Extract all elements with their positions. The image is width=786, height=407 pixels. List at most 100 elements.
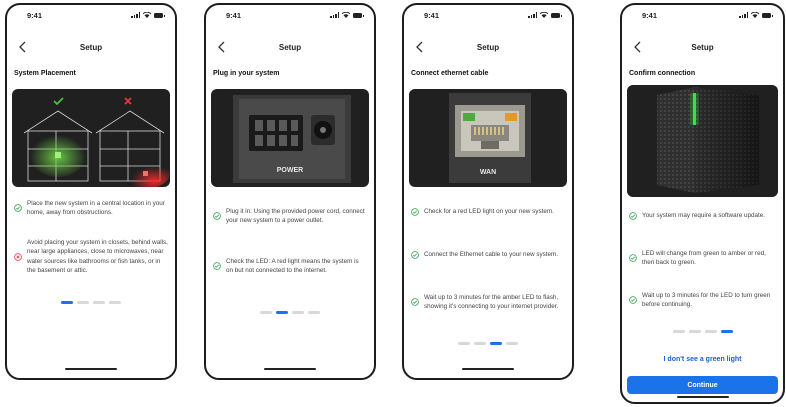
check-circle-icon — [629, 254, 637, 263]
list-item: Place the new system in a central locati… — [14, 199, 168, 218]
list-item-text: Wait up to 3 minutes for the amber LED t… — [424, 294, 559, 311]
list-item-text: Check the LED: A red light means the sys… — [226, 258, 359, 275]
list-item: Check for a red LED light on your new sy… — [411, 207, 565, 216]
nav-title: Setup — [278, 43, 302, 52]
status-icons — [528, 12, 562, 18]
signal-icon — [739, 12, 748, 18]
list-item: Wait up to 3 minutes for the LED to turn… — [629, 291, 776, 310]
list-item: Plug it in: Using the provided power cor… — [213, 207, 367, 226]
signal-icon — [528, 12, 537, 18]
phone-screen-confirm: 9:41 Setup Confirm connection Your syste… — [620, 3, 785, 404]
page-indicator — [622, 330, 783, 333]
check-circle-icon — [14, 204, 22, 213]
status-icons — [131, 12, 165, 18]
step-title: System Placement — [14, 70, 76, 77]
list-item: Avoid placing your system in closets, be… — [14, 238, 168, 276]
page-dot — [458, 342, 470, 345]
status-time: 9:41 — [226, 11, 242, 20]
page-dot — [93, 301, 105, 304]
nav-bar: Setup — [622, 39, 783, 55]
router-device-svg — [657, 87, 759, 193]
check-circle-icon — [411, 207, 419, 216]
home-indicator — [65, 367, 117, 370]
list-item-text: Wait up to 3 minutes for the LED to turn… — [642, 292, 771, 309]
page-indicator — [404, 342, 572, 345]
home-indicator — [462, 367, 514, 370]
list-item-text: Check for a red LED light on your new sy… — [424, 208, 554, 215]
battery-icon — [551, 13, 562, 18]
wifi-icon — [342, 12, 350, 18]
nav-title: Setup — [476, 43, 500, 52]
page-dot — [77, 301, 89, 304]
nav-bar: Setup — [206, 39, 374, 55]
home-indicator — [676, 395, 729, 398]
status-icons — [739, 12, 773, 18]
nav-bar: Setup — [7, 39, 175, 55]
list-item-text: Connect the Ethernet cable to your new s… — [424, 251, 559, 258]
page-dot — [260, 311, 272, 314]
list-item: Connect the Ethernet cable to your new s… — [411, 250, 565, 259]
wifi-icon — [540, 12, 548, 18]
step-title: Confirm connection — [629, 70, 696, 77]
battery-icon — [353, 13, 364, 18]
phone-screen-plug-in: 9:41 Setup Plug in your system POWER Plu… — [204, 3, 376, 380]
power-port-photo: POWER — [211, 89, 369, 187]
status-time: 9:41 — [424, 11, 440, 20]
nav-bar: Setup — [404, 39, 572, 55]
page-dot — [490, 342, 502, 345]
good-check-icon — [53, 97, 64, 106]
list-item-text: Avoid placing your system in closets, be… — [27, 239, 168, 275]
port-label: WAN — [479, 169, 497, 176]
page-dot — [704, 330, 717, 333]
phone-screen-ethernet: 9:41 Setup Connect ethernet cable WAN Ch… — [402, 3, 574, 380]
nav-title: Setup — [79, 43, 103, 52]
status-bar: 9:41 — [622, 10, 783, 22]
ethernet-port-photo: WAN — [409, 89, 567, 187]
page-dot — [308, 311, 320, 314]
page-dot — [61, 301, 73, 304]
continue-button[interactable]: Continue — [627, 376, 778, 394]
page-dot — [672, 330, 685, 333]
page-dot — [109, 301, 121, 304]
phone-screen-placement: 9:41 Setup System Placement Place the ne… — [5, 3, 177, 380]
home-indicator — [264, 367, 316, 370]
house-placement-illustration — [12, 89, 170, 187]
signal-icon — [131, 12, 140, 18]
check-circle-icon — [629, 296, 637, 305]
error-circle-icon — [14, 253, 22, 261]
page-dot — [720, 330, 733, 333]
status-bar: 9:41 — [7, 10, 175, 22]
battery-icon — [762, 13, 773, 18]
list-item-text: Your system may require a software updat… — [642, 212, 765, 219]
page-dot — [276, 311, 288, 314]
status-bar: 9:41 — [404, 10, 572, 22]
step-title: Connect ethernet cable — [411, 70, 489, 77]
bad-x-icon — [124, 97, 132, 105]
house-illustration-svg — [23, 97, 170, 187]
status-time: 9:41 — [642, 11, 658, 20]
list-item: LED will change from green to amber or r… — [629, 249, 776, 268]
status-time: 9:41 — [27, 11, 43, 20]
list-item: Wait up to 3 minutes for the amber LED t… — [411, 293, 565, 312]
wifi-icon — [143, 12, 151, 18]
check-circle-icon — [629, 211, 637, 220]
list-item: Your system may require a software updat… — [629, 211, 776, 220]
page-dot — [292, 311, 304, 314]
signal-icon — [330, 12, 339, 18]
list-item-text: LED will change from green to amber or r… — [642, 250, 766, 267]
page-dot — [688, 330, 701, 333]
check-circle-icon — [213, 262, 221, 271]
status-icons — [330, 12, 364, 18]
page-dot — [506, 342, 518, 345]
list-item-text: Plug it in: Using the provided power cor… — [226, 208, 365, 225]
check-circle-icon — [411, 250, 419, 259]
port-label: POWER — [276, 167, 304, 174]
battery-icon — [154, 13, 165, 18]
page-dot — [474, 342, 486, 345]
step-title: Plug in your system — [213, 70, 280, 77]
list-item: Check the LED: A red light means the sys… — [213, 257, 367, 276]
wifi-icon — [751, 12, 759, 18]
list-item-text: Place the new system in a central locati… — [27, 200, 165, 217]
no-green-light-link[interactable]: I don't see a green light — [622, 356, 783, 363]
nav-title: Setup — [691, 43, 714, 52]
